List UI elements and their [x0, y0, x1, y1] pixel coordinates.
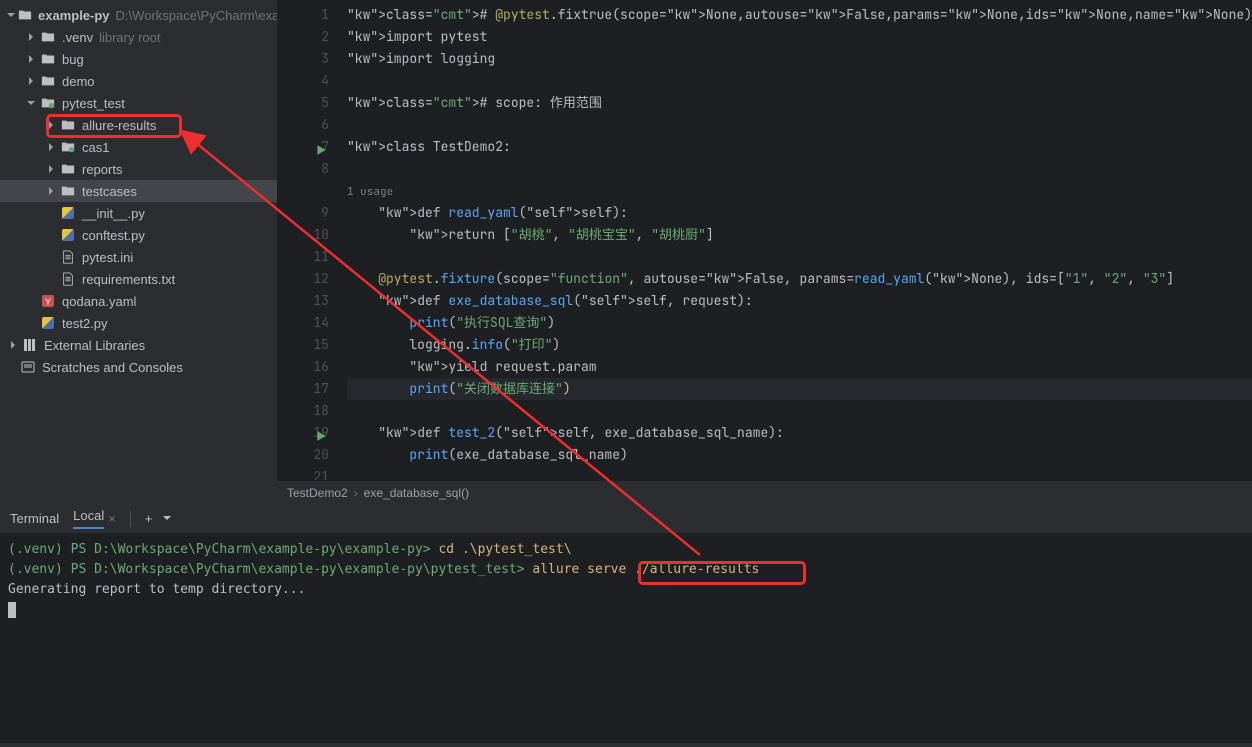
library-icon — [22, 337, 38, 353]
tree-item-test2[interactable]: test2.py — [0, 312, 277, 334]
terminal-line: Generating report to temp directory... — [8, 580, 1244, 600]
tree-item-requirements[interactable]: requirements.txt — [0, 268, 277, 290]
chevron-right-icon — [6, 338, 20, 352]
tree-item-cas1[interactable]: cas1 — [0, 136, 277, 158]
chevron-right-icon — [44, 184, 58, 198]
chevron-right-icon — [24, 74, 38, 88]
chevron-right-icon: › — [354, 486, 358, 500]
tree-item-init[interactable]: __init__.py — [0, 202, 277, 224]
code-editor[interactable]: 123456789101112131415161718192021 "kw">c… — [277, 0, 1252, 504]
tree-external-libraries[interactable]: External Libraries — [0, 334, 277, 356]
folder-icon — [60, 139, 76, 155]
tree-item-qodana[interactable]: Y qodana.yaml — [0, 290, 277, 312]
terminal-tabs: Terminal Local × + — [0, 504, 1252, 534]
folder-icon — [60, 161, 76, 177]
chevron-down-icon — [24, 96, 38, 110]
folder-icon — [60, 183, 76, 199]
folder-icon — [40, 51, 56, 67]
tree-item-conftest[interactable]: conftest.py — [0, 224, 277, 246]
yaml-file-icon: Y — [40, 293, 56, 309]
tree-item-bug[interactable]: bug — [0, 48, 277, 70]
breadcrumb[interactable]: TestDemo2 › exe_database_sql() — [277, 480, 1252, 504]
tab-terminal[interactable]: Terminal — [10, 511, 59, 526]
folder-icon — [60, 117, 76, 133]
chevron-right-icon — [44, 118, 58, 132]
tree-item-demo[interactable]: demo — [0, 70, 277, 92]
python-file-icon — [60, 227, 76, 243]
tab-local[interactable]: Local — [73, 508, 104, 529]
chevron-right-icon — [24, 52, 38, 66]
add-terminal-icon[interactable]: + — [145, 511, 153, 526]
code-content[interactable]: "kw">class="cmt"># @pytest.fixtrue(scope… — [347, 4, 1252, 480]
tree-item-reports[interactable]: reports — [0, 158, 277, 180]
folder-icon — [40, 29, 56, 45]
chevron-down-icon — [6, 8, 16, 22]
folder-icon — [40, 95, 56, 111]
project-tree[interactable]: example-py D:\Workspace\PyCharm\example-… — [0, 0, 277, 504]
chevron-right-icon — [24, 30, 38, 44]
close-icon[interactable]: × — [108, 511, 116, 526]
tree-scratches[interactable]: Scratches and Consoles — [0, 356, 277, 378]
text-file-icon — [60, 271, 76, 287]
terminal[interactable]: (.venv) PS D:\Workspace\PyCharm\example-… — [0, 534, 1252, 743]
gutter: 123456789101112131415161718192021 — [277, 4, 347, 480]
chevron-down-icon[interactable] — [162, 511, 172, 526]
tree-item-pytest-test[interactable]: pytest_test — [0, 92, 277, 114]
tree-item-allure-results[interactable]: allure-results — [0, 114, 277, 136]
terminal-line: (.venv) PS D:\Workspace\PyCharm\example-… — [8, 540, 1244, 560]
tree-item-testcases[interactable]: testcases — [0, 180, 277, 202]
chevron-right-icon — [44, 140, 58, 154]
text-file-icon — [60, 249, 76, 265]
tree-item-pytestini[interactable]: pytest.ini — [0, 246, 277, 268]
tree-root[interactable]: example-py D:\Workspace\PyCharm\example-… — [0, 4, 277, 26]
folder-icon — [40, 73, 56, 89]
tree-item-venv[interactable]: .venv library root — [0, 26, 277, 48]
python-file-icon — [60, 205, 76, 221]
terminal-line: (.venv) PS D:\Workspace\PyCharm\example-… — [8, 560, 1244, 580]
folder-icon — [18, 7, 32, 23]
python-file-icon — [40, 315, 56, 331]
svg-text:Y: Y — [45, 297, 51, 307]
chevron-right-icon — [44, 162, 58, 176]
terminal-cursor — [8, 602, 16, 618]
scratches-icon — [20, 359, 36, 375]
